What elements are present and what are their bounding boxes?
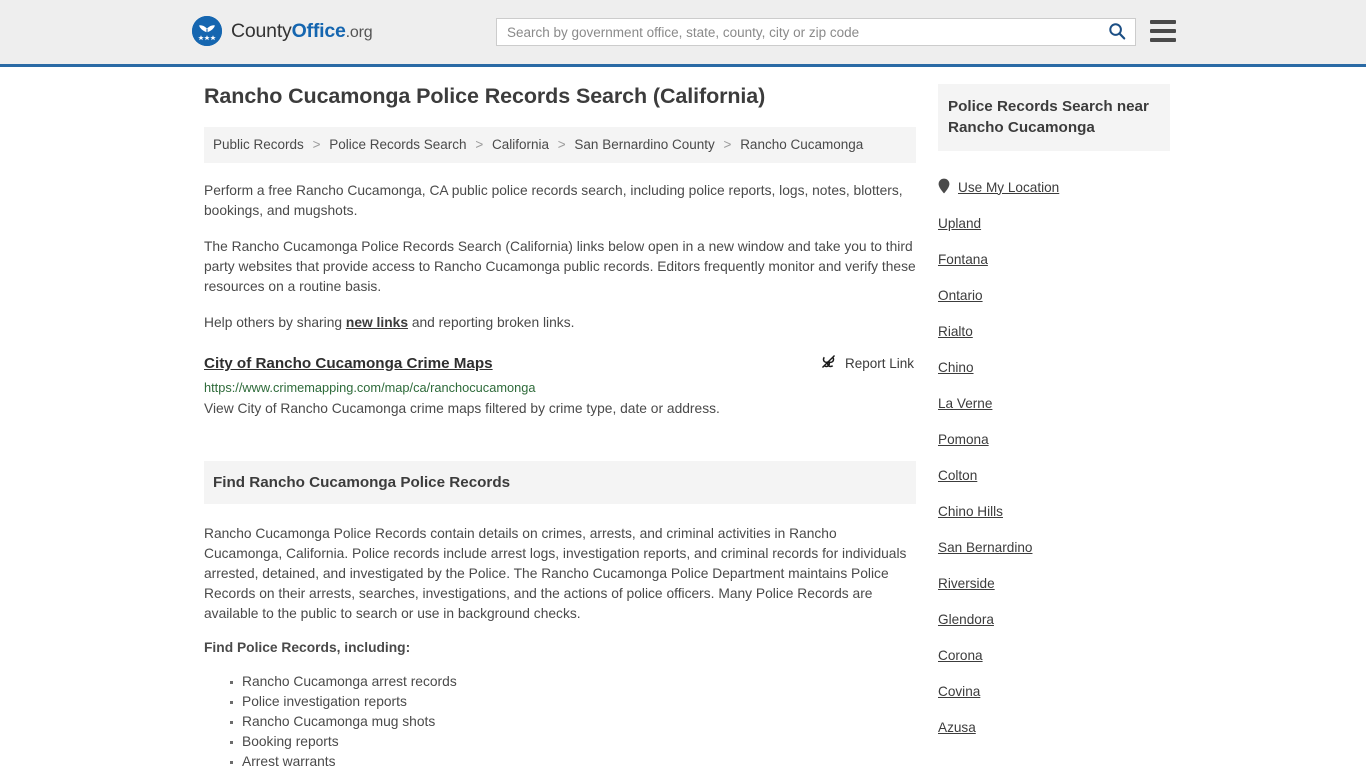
sidebar-item-rialto[interactable]: Rialto (938, 313, 1170, 349)
report-link-button[interactable]: Report Link (820, 353, 916, 373)
section-body: Rancho Cucamonga Police Records contain … (204, 504, 916, 768)
sidebar-city-link[interactable]: Azusa (938, 720, 976, 735)
record-type-list: Rancho Cucamonga arrest records Police i… (204, 672, 916, 768)
breadcrumb-item-california[interactable]: California (492, 137, 549, 152)
eagle-stars-logo-icon (192, 16, 222, 46)
breadcrumb-separator: > (557, 137, 566, 152)
breadcrumb-separator: > (723, 137, 732, 152)
sidebar: Police Records Search near Rancho Cucamo… (938, 84, 1170, 745)
resource-title-link[interactable]: City of Rancho Cucamonga Crime Maps (204, 355, 493, 372)
header-inner: CountyOffice.org (0, 0, 1366, 64)
list-item: Rancho Cucamonga arrest records (230, 672, 916, 692)
sidebar-nearby-list: Use My Location Upland Fontana Ontario R… (938, 169, 1170, 745)
page-body: Rancho Cucamonga Police Records Search (… (0, 67, 1366, 768)
breadcrumb-separator: > (475, 137, 484, 152)
sidebar-item-colton[interactable]: Colton (938, 457, 1170, 493)
sidebar-heading: Police Records Search near Rancho Cucamo… (948, 98, 1149, 136)
sidebar-city-link[interactable]: Glendora (938, 612, 994, 627)
sidebar-item-covina[interactable]: Covina (938, 673, 1170, 709)
sidebar-city-link[interactable]: Pomona (938, 432, 989, 447)
sidebar-item-pomona[interactable]: Pomona (938, 421, 1170, 457)
sidebar-item-san-bernardino[interactable]: San Bernardino (938, 529, 1170, 565)
help-prefix: Help others by sharing (204, 315, 346, 331)
page-title: Rancho Cucamonga Police Records Search (… (204, 84, 766, 108)
sidebar-city-link[interactable]: Chino Hills (938, 504, 1003, 519)
list-item: Arrest warrants (230, 752, 916, 768)
sidebar-city-link[interactable]: Colton (938, 468, 977, 483)
sidebar-item-ontario[interactable]: Ontario (938, 277, 1170, 313)
help-paragraph: Help others by sharing new links and rep… (204, 313, 916, 333)
use-my-location-link[interactable]: Use My Location (958, 180, 1059, 195)
search-bar (496, 18, 1136, 46)
hamburger-bar (1150, 38, 1176, 42)
sidebar-heading-band: Police Records Search near Rancho Cucamo… (938, 84, 1170, 151)
hamburger-menu-icon[interactable] (1150, 20, 1176, 42)
sidebar-city-link[interactable]: San Bernardino (938, 540, 1032, 555)
search-icon (1108, 22, 1126, 43)
sidebar-item-use-my-location[interactable]: Use My Location (938, 169, 1170, 205)
map-pin-icon (938, 178, 950, 197)
sidebar-city-link[interactable]: La Verne (938, 396, 992, 411)
broken-link-icon (820, 353, 837, 373)
section-heading: Find Rancho Cucamonga Police Records (213, 474, 511, 492)
breadcrumb-separator: > (312, 137, 321, 152)
sidebar-city-link[interactable]: Upland (938, 216, 981, 231)
sidebar-item-riverside[interactable]: Riverside (938, 565, 1170, 601)
breadcrumb-item-san-bernardino-county[interactable]: San Bernardino County (574, 137, 714, 152)
sidebar-city-link[interactable]: Ontario (938, 288, 983, 303)
resource-header-row: City of Rancho Cucamonga Crime Maps Repo… (204, 353, 916, 373)
brand-part-office: Office (291, 19, 346, 42)
list-item: Police investigation reports (230, 692, 916, 712)
section-paragraph: Rancho Cucamonga Police Records contain … (204, 526, 907, 622)
resource-url: https://www.crimemapping.com/map/ca/ranc… (204, 380, 536, 396)
sidebar-item-la-verne[interactable]: La Verne (938, 385, 1170, 421)
report-link-label: Report Link (844, 355, 914, 371)
hamburger-bar (1150, 20, 1176, 24)
breadcrumb-item-police-records-search[interactable]: Police Records Search (329, 137, 466, 152)
intro-paragraph-2: The Rancho Cucamonga Police Records Sear… (204, 239, 916, 295)
resource-description: View City of Rancho Cucamonga crime maps… (204, 401, 720, 417)
sidebar-item-corona[interactable]: Corona (938, 637, 1170, 673)
new-links-link[interactable]: new links (346, 315, 408, 330)
brand-part-org: .org (345, 23, 373, 41)
section-heading-band: Find Rancho Cucamonga Police Records (204, 461, 916, 505)
search-button[interactable] (1099, 19, 1135, 45)
sidebar-item-fontana[interactable]: Fontana (938, 241, 1170, 277)
sidebar-item-upland[interactable]: Upland (938, 205, 1170, 241)
hamburger-bar (1150, 29, 1176, 33)
resource-item: City of Rancho Cucamonga Crime Maps Repo… (204, 353, 916, 419)
site-logo-link[interactable]: CountyOffice.org (192, 16, 373, 46)
help-suffix: and reporting broken links. (408, 315, 575, 331)
main-content-column: Rancho Cucamonga Police Records Search (… (204, 84, 916, 768)
breadcrumb-item-public-records[interactable]: Public Records (213, 137, 304, 152)
list-item: Rancho Cucamonga mug shots (230, 712, 916, 732)
sidebar-city-link[interactable]: Rialto (938, 324, 973, 339)
breadcrumb-item-rancho-cucamonga[interactable]: Rancho Cucamonga (740, 137, 863, 152)
sidebar-item-glendora[interactable]: Glendora (938, 601, 1170, 637)
sidebar-city-link[interactable]: Corona (938, 648, 983, 663)
site-header: CountyOffice.org (0, 0, 1366, 67)
sidebar-city-link[interactable]: Chino (938, 360, 974, 375)
section-sub-heading: Find Police Records, including: (204, 640, 411, 656)
intro-paragraph-1: Perform a free Rancho Cucamonga, CA publ… (204, 183, 903, 219)
sidebar-item-chino[interactable]: Chino (938, 349, 1170, 385)
sidebar-item-azusa[interactable]: Azusa (938, 709, 1170, 745)
site-brand-text: CountyOffice.org (231, 19, 373, 43)
sidebar-item-chino-hills[interactable]: Chino Hills (938, 493, 1170, 529)
sidebar-city-link[interactable]: Covina (938, 684, 980, 699)
sidebar-city-link[interactable]: Riverside (938, 576, 995, 591)
breadcrumb: Public Records > Police Records Search >… (204, 127, 916, 164)
sidebar-city-link[interactable]: Fontana (938, 252, 988, 267)
search-input[interactable] (497, 19, 1099, 45)
brand-part-county: County (231, 19, 292, 42)
list-item: Booking reports (230, 732, 916, 752)
